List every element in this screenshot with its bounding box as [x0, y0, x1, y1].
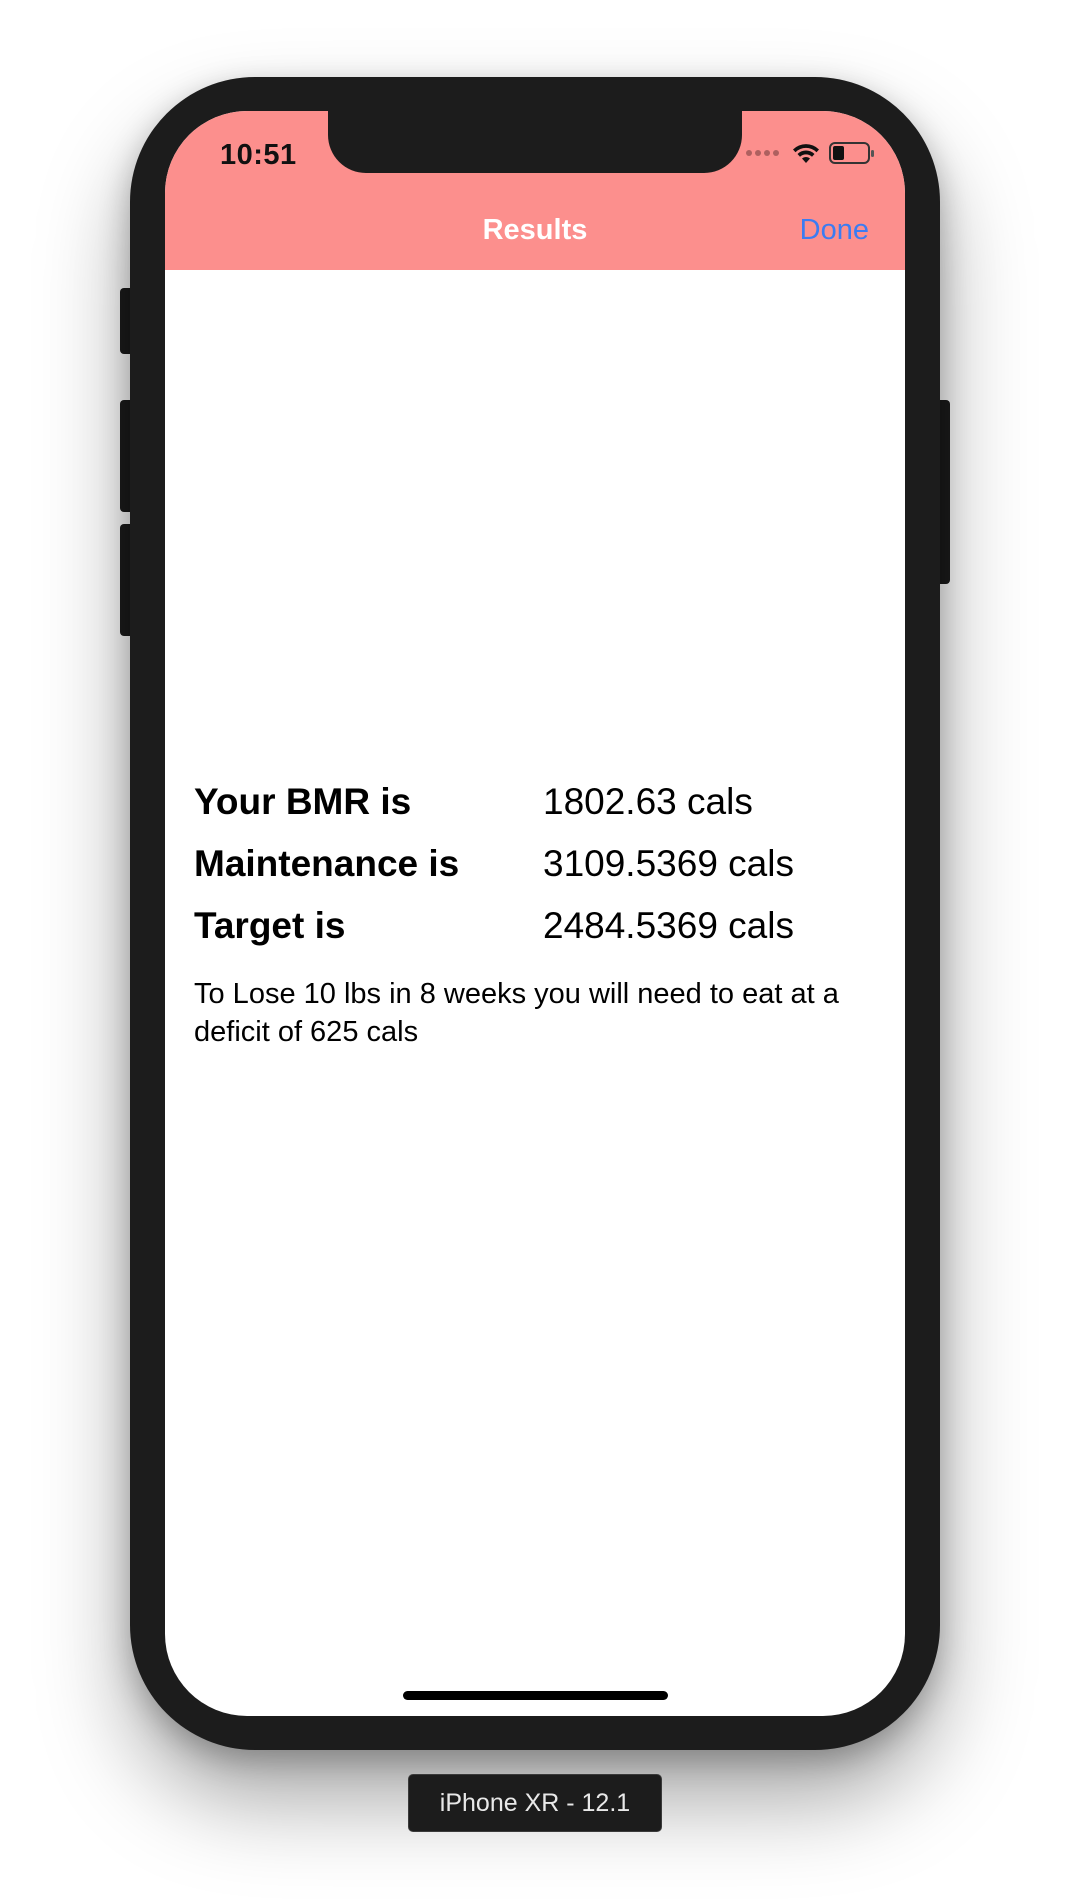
target-value: 2484.5369 cals [543, 905, 794, 946]
bmr-value: 1802.63 cals [543, 781, 753, 822]
home-indicator[interactable] [403, 1691, 668, 1700]
done-button[interactable]: Done [800, 214, 869, 247]
bmr-label: Your BMR is [194, 781, 412, 822]
status-icons [746, 141, 875, 165]
simulator-stage: 10:51 Results Done Your BMR is 1802.63 c… [0, 0, 1070, 1900]
target-label: Target is [194, 905, 346, 946]
wifi-icon [793, 144, 819, 163]
maintenance-row: Maintenance is 3109.5369 cals [194, 843, 884, 905]
simulator-device-label: iPhone XR - 12.1 [408, 1774, 662, 1832]
maintenance-label: Maintenance is [194, 843, 460, 884]
battery-icon [829, 142, 874, 164]
bmr-row: Your BMR is 1802.63 cals [194, 781, 884, 843]
deficit-note: To Lose 10 lbs in 8 weeks you will need … [194, 978, 839, 1048]
nav-title: Results [482, 214, 588, 246]
notch [328, 111, 742, 173]
status-time: 10:51 [220, 139, 297, 171]
target-row: Target is 2484.5369 cals [194, 905, 884, 967]
maintenance-value: 3109.5369 cals [543, 843, 794, 884]
device-screen: 10:51 Results Done Your BMR is 1802.63 c… [165, 111, 905, 1716]
navigation-bar: 10:51 Results Done [165, 111, 905, 270]
signal-dots-icon [746, 150, 779, 156]
results-panel: Your BMR is 1802.63 cals Maintenance is … [194, 781, 884, 1051]
